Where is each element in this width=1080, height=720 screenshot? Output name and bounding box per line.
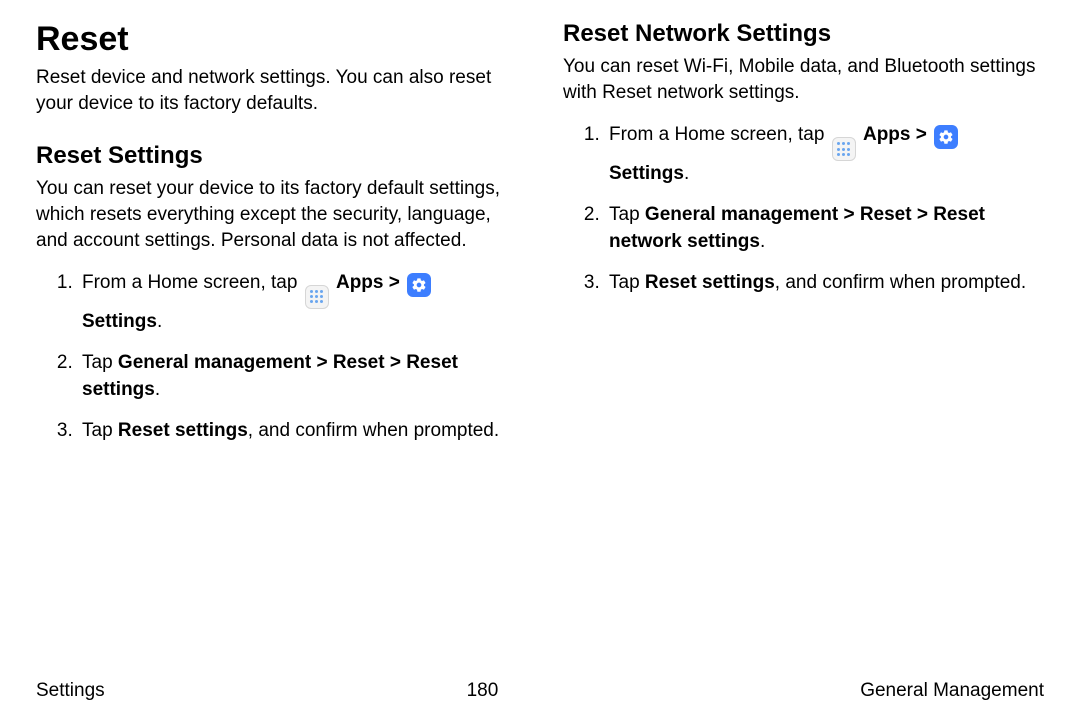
page-title: Reset [36,20,517,59]
settings-icon [934,125,958,149]
step-text: . [684,163,689,184]
intro-text: Reset device and network settings. You c… [36,65,517,117]
page-number: 180 [467,680,499,702]
step-text: From a Home screen, tap [609,124,830,145]
columns: Reset Reset device and network settings.… [36,20,1044,674]
section-heading-reset-network: Reset Network Settings [563,20,1044,48]
steps-list: From a Home screen, tap Apps > Settings.… [563,122,1044,297]
chevron-icon: > [916,124,932,145]
step-text: . [155,379,160,400]
step-text: Tap [82,420,118,441]
apps-icon [305,285,329,309]
step-text: Tap [609,272,645,293]
left-column: Reset Reset device and network settings.… [36,20,517,674]
step-text: . [760,231,765,252]
step-text: Tap [82,352,118,373]
right-column: Reset Network Settings You can reset Wi-… [563,20,1044,674]
step: Tap General management > Reset > Reset n… [605,202,1044,256]
step-bold: General management > Reset > Reset setti… [82,352,458,400]
section-intro: You can reset Wi-Fi, Mobile data, and Bl… [563,54,1044,106]
step: Tap Reset settings, and confirm when pro… [78,418,517,445]
steps-list: From a Home screen, tap Apps > Settings.… [36,270,517,445]
apps-label: Apps [863,124,911,145]
manual-page: Reset Reset device and network settings.… [0,0,1080,720]
step-text: , and confirm when prompted. [248,420,499,441]
footer-left: Settings [36,680,105,702]
settings-label: Settings [82,311,157,332]
settings-icon [407,273,431,297]
step-bold: General management > Reset > Reset netwo… [609,204,985,252]
step-text: Tap [609,204,645,225]
apps-icon [832,137,856,161]
step: Tap General management > Reset > Reset s… [78,350,517,404]
step-text: From a Home screen, tap [82,272,303,293]
step-text: , and confirm when prompted. [775,272,1026,293]
step-bold: Reset settings [118,420,248,441]
chevron-icon: > [389,272,405,293]
step-text: . [157,311,162,332]
step-bold: Reset settings [645,272,775,293]
section-heading-reset-settings: Reset Settings [36,142,517,170]
step: From a Home screen, tap Apps > Settings. [78,270,517,336]
footer-right: General Management [860,680,1044,702]
page-footer: Settings 180 General Management [36,680,1044,702]
apps-label: Apps [336,272,384,293]
section-intro: You can reset your device to its factory… [36,176,517,255]
step: Tap Reset settings, and confirm when pro… [605,270,1044,297]
settings-label: Settings [609,163,684,184]
step: From a Home screen, tap Apps > Settings. [605,122,1044,188]
